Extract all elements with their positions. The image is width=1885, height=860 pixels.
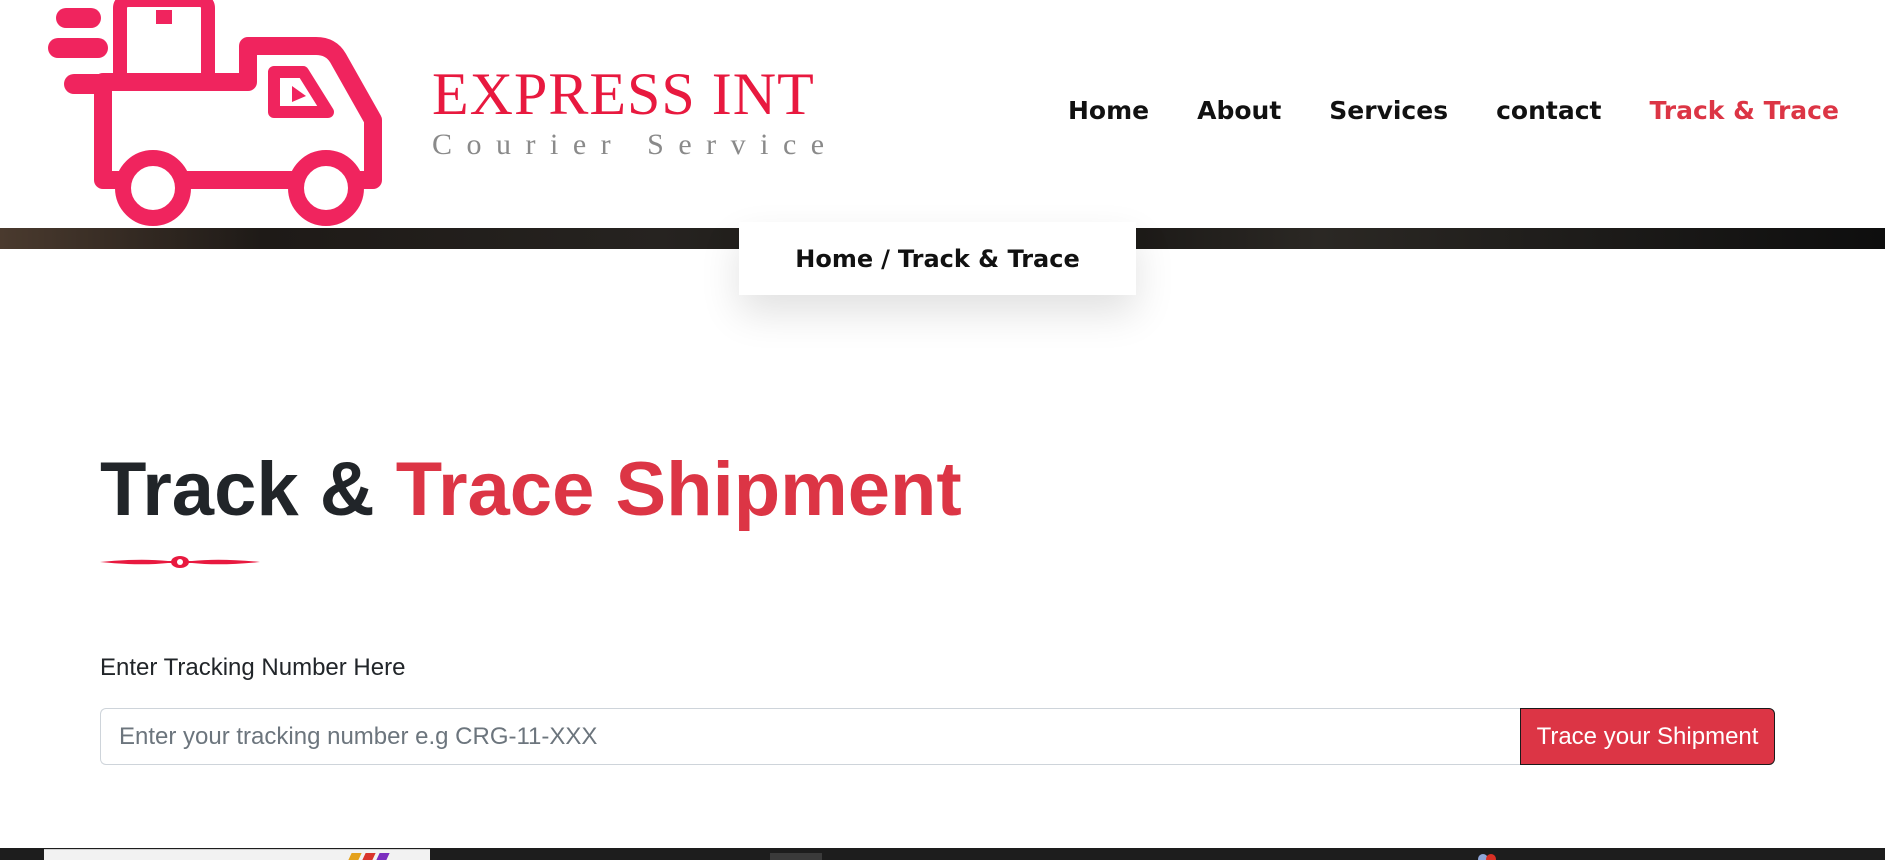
breadcrumb-separator: / xyxy=(881,244,890,273)
page-title-lead: Track & xyxy=(100,447,396,532)
notification-badge-icon xyxy=(1478,854,1496,860)
footer-widget xyxy=(770,853,822,860)
nav-item-services[interactable]: Services xyxy=(1329,92,1448,130)
nav-item-home[interactable]: Home xyxy=(1068,92,1149,130)
brand-title: EXPRESS INT xyxy=(432,61,815,127)
tracking-number-input[interactable] xyxy=(100,708,1520,765)
footer-color-swatches xyxy=(348,853,390,860)
breadcrumb: Home / Track & Trace xyxy=(739,222,1136,295)
nav-item-track-trace[interactable]: Track & Trace xyxy=(1649,92,1838,130)
delivery-truck-icon xyxy=(48,0,382,226)
tracking-label: Enter Tracking Number Here xyxy=(100,654,406,681)
ornament-divider-icon xyxy=(100,556,260,568)
trace-shipment-button[interactable]: Trace your Shipment xyxy=(1520,708,1775,765)
page-title-accent: Trace Shipment xyxy=(395,447,962,532)
main-nav: Home About Services contact Track & Trac… xyxy=(1068,92,1839,130)
breadcrumb-home-link[interactable]: Home xyxy=(795,245,873,273)
breadcrumb-current: Track & Trace xyxy=(897,244,1080,273)
tracking-form: Trace your Shipment xyxy=(100,708,1775,765)
brand-logo[interactable]: EXPRESS INT Courier Service xyxy=(48,0,824,226)
site-header: EXPRESS INT Courier Service Home About S… xyxy=(0,0,1885,228)
brand-tagline: Courier Service xyxy=(432,128,839,161)
nav-item-about[interactable]: About xyxy=(1197,92,1281,130)
nav-item-contact[interactable]: contact xyxy=(1496,92,1601,130)
page-title: Track & Trace Shipment xyxy=(100,448,962,532)
